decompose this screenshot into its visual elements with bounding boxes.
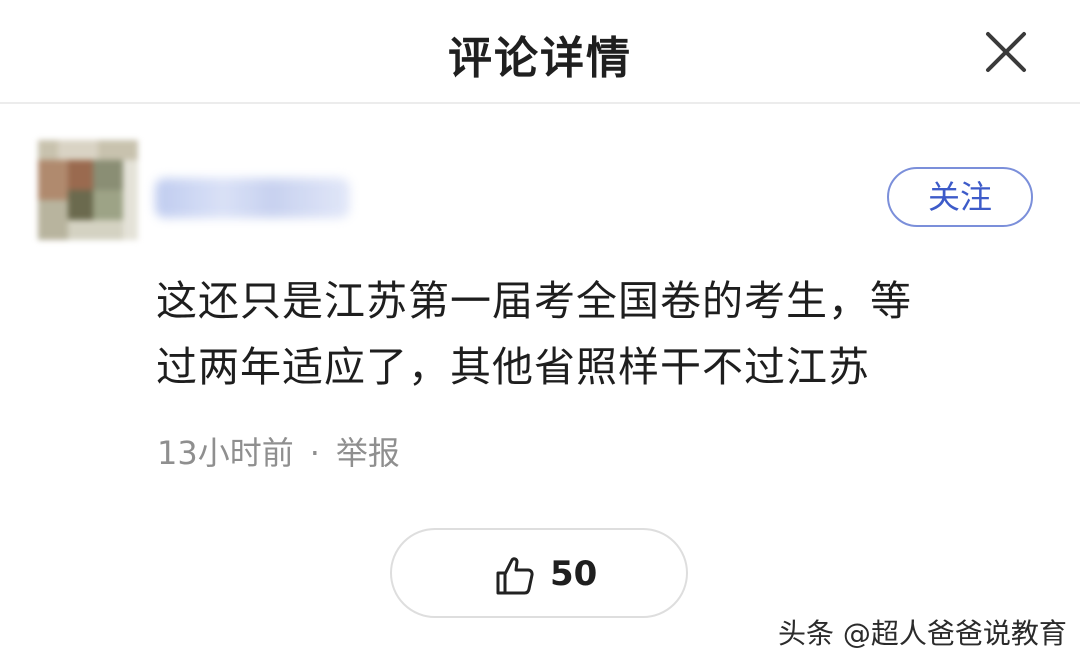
comment-time: 13小时前 bbox=[157, 434, 294, 472]
watermark: 头条 @超人爸爸说教育 bbox=[778, 617, 1067, 650]
avatar[interactable] bbox=[38, 140, 138, 240]
close-button[interactable] bbox=[980, 26, 1032, 78]
comment-line: 这还只是江苏第一届考全国卷的考生，等 bbox=[156, 277, 912, 325]
like-count: 50 bbox=[550, 554, 598, 594]
follow-button[interactable]: 关注 bbox=[887, 167, 1033, 227]
close-icon bbox=[986, 32, 1026, 72]
comment-meta: 13小时前 · 举报 bbox=[157, 428, 400, 474]
report-link[interactable]: 举报 bbox=[336, 434, 400, 472]
header-bar: 评论详情 bbox=[0, 0, 1080, 104]
username-blurred[interactable] bbox=[155, 178, 350, 218]
comment-line: 过两年适应了，其他省照样干不过江苏 bbox=[156, 343, 870, 391]
like-button[interactable]: 50 bbox=[390, 528, 688, 618]
page-title: 评论详情 bbox=[448, 33, 632, 84]
thumbs-up-icon bbox=[496, 557, 534, 595]
comment-text: 这还只是江苏第一届考全国卷的考生，等 过两年适应了，其他省照样干不过江苏 bbox=[156, 268, 1036, 400]
meta-separator: · bbox=[309, 434, 320, 472]
